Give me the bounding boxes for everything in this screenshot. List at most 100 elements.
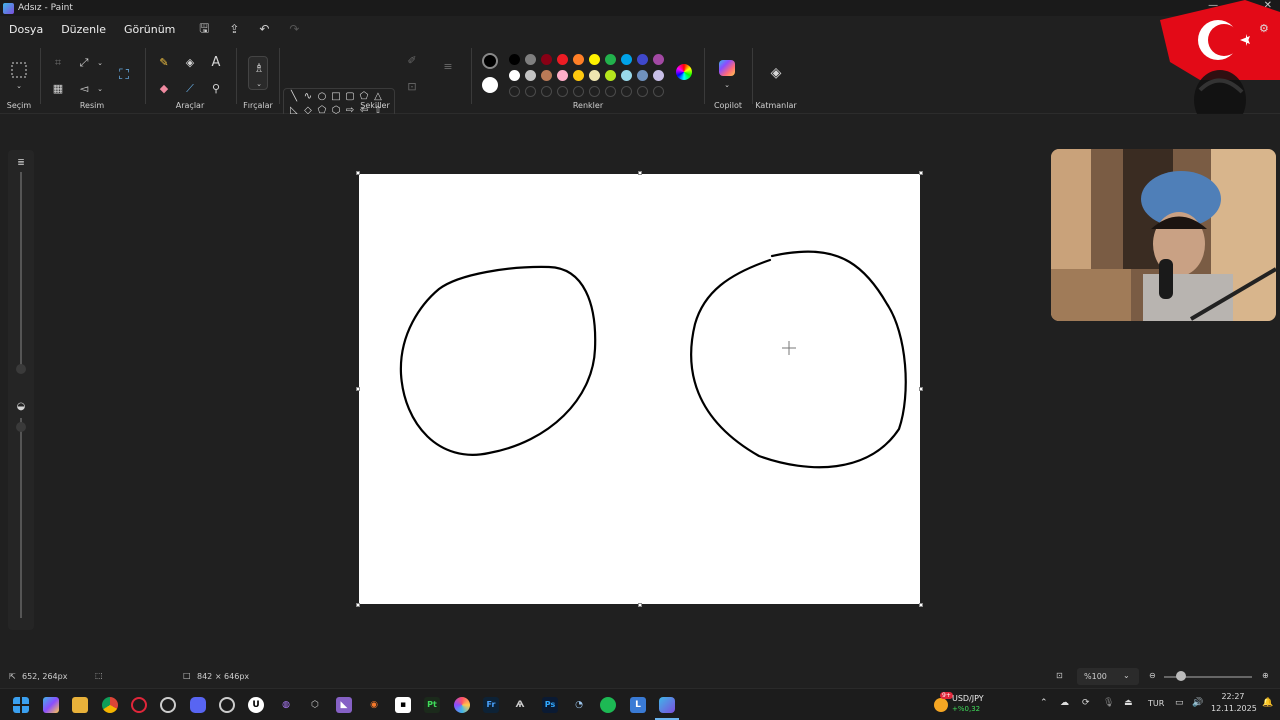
brush-selector[interactable]: ♗ ⌄ bbox=[248, 56, 268, 90]
resize-icon[interactable]: ⤢ bbox=[76, 56, 92, 70]
color-picker-icon[interactable]: ⟋ bbox=[182, 82, 198, 96]
menu-file[interactable]: Dosya bbox=[0, 23, 52, 36]
paint-taskbar-icon[interactable] bbox=[659, 697, 675, 713]
color-swatch[interactable] bbox=[589, 70, 600, 81]
chevron-down-icon[interactable]: ⌄ bbox=[11, 79, 27, 93]
color-swatch[interactable] bbox=[589, 54, 600, 65]
autodesk-icon[interactable]: Ѧ bbox=[512, 697, 528, 713]
clock-date[interactable]: 12.11.2025 bbox=[1211, 704, 1257, 713]
color-swatch[interactable] bbox=[637, 70, 648, 81]
color-swatch[interactable] bbox=[573, 54, 584, 65]
opacity-slider-track[interactable] bbox=[20, 418, 22, 618]
usb-icon[interactable]: ⏏ bbox=[1124, 698, 1133, 708]
resize-handle[interactable] bbox=[919, 387, 923, 391]
remove-background-icon[interactable]: ⛶ bbox=[116, 68, 132, 82]
microphone-icon[interactable]: 🎙 bbox=[1103, 698, 1114, 708]
color-swatch[interactable] bbox=[637, 54, 648, 65]
undo-icon[interactable]: ↶ bbox=[254, 22, 274, 36]
chevron-down-icon[interactable]: ⌄ bbox=[92, 82, 108, 96]
unreal-engine-icon[interactable]: U bbox=[248, 697, 264, 713]
color-swatch[interactable] bbox=[509, 70, 520, 81]
color-swatch[interactable] bbox=[541, 54, 552, 65]
copilot-taskbar-icon[interactable] bbox=[43, 697, 59, 713]
photoshop-icon[interactable]: Ps bbox=[542, 697, 558, 713]
fit-to-window-icon[interactable]: ⊡ bbox=[1056, 671, 1063, 680]
zoom-in-icon[interactable]: ⊕ bbox=[1262, 671, 1269, 680]
rounded-rectangle-shape-icon[interactable]: ▢ bbox=[343, 91, 357, 102]
curve-shape-icon[interactable]: ∿ bbox=[301, 91, 315, 102]
size-slider-thumb[interactable] bbox=[16, 364, 26, 374]
rotate-icon[interactable]: ◅ bbox=[76, 82, 92, 96]
eraser-icon[interactable]: ◆ bbox=[156, 82, 172, 96]
color-swatch[interactable] bbox=[525, 70, 536, 81]
outline-icon[interactable]: ✐ bbox=[404, 54, 420, 68]
oval-shape-icon[interactable]: ○ bbox=[315, 91, 329, 102]
color-swatch[interactable] bbox=[621, 54, 632, 65]
edit-colors-icon[interactable] bbox=[676, 64, 692, 80]
magnifier-icon[interactable]: ⚲ bbox=[208, 82, 224, 96]
resize-handle[interactable] bbox=[356, 603, 360, 607]
color-swatch[interactable] bbox=[653, 70, 664, 81]
color-swatch[interactable] bbox=[605, 70, 616, 81]
copilot-icon[interactable] bbox=[719, 60, 735, 76]
custom-color-slot[interactable] bbox=[573, 86, 584, 97]
size-icon[interactable]: ≡ bbox=[440, 60, 456, 74]
spotify-icon[interactable] bbox=[600, 697, 616, 713]
color-swatch[interactable] bbox=[541, 70, 552, 81]
discord-icon[interactable] bbox=[190, 697, 206, 713]
custom-color-slot[interactable] bbox=[653, 86, 664, 97]
save-icon[interactable]: 🖫 bbox=[194, 19, 214, 40]
resize-handle[interactable] bbox=[919, 171, 923, 175]
clock-time[interactable]: 22:27 bbox=[1215, 692, 1251, 701]
fill-style-icon[interactable]: ⊡ bbox=[404, 80, 420, 94]
menu-edit[interactable]: Düzenle bbox=[52, 23, 115, 36]
color-swatch[interactable] bbox=[557, 70, 568, 81]
file-explorer-icon[interactable] bbox=[72, 697, 88, 713]
triangle-shape-icon[interactable]: △ bbox=[371, 91, 385, 102]
fill-icon[interactable]: ◈ bbox=[182, 56, 198, 70]
custom-color-slot[interactable] bbox=[541, 86, 552, 97]
redo-icon[interactable]: ↷ bbox=[284, 22, 304, 36]
custom-color-slot[interactable] bbox=[509, 86, 520, 97]
notifications-icon[interactable]: 🔔 bbox=[1262, 698, 1273, 708]
custom-color-slot[interactable] bbox=[589, 86, 600, 97]
color-swatch[interactable] bbox=[509, 54, 520, 65]
chrome-icon[interactable] bbox=[102, 697, 118, 713]
language-indicator[interactable]: TUR bbox=[1148, 699, 1164, 708]
resize-handle[interactable] bbox=[638, 603, 642, 607]
resize-handle[interactable] bbox=[638, 171, 642, 175]
color-swatch[interactable] bbox=[621, 70, 632, 81]
blender-icon[interactable]: ◉ bbox=[366, 697, 382, 713]
share-icon[interactable]: ⇪ bbox=[224, 22, 244, 36]
sync-icon[interactable]: ⟳ bbox=[1082, 698, 1090, 708]
layers-icon[interactable]: ◈ bbox=[768, 66, 784, 80]
zoom-select[interactable]: %100 ⌄ bbox=[1077, 668, 1139, 685]
custom-color-slot[interactable] bbox=[557, 86, 568, 97]
visual-studio-icon[interactable]: ◣ bbox=[336, 697, 352, 713]
custom-color-slot[interactable] bbox=[525, 86, 536, 97]
custom-color-slot[interactable] bbox=[621, 86, 632, 97]
onedrive-icon[interactable]: ☁ bbox=[1060, 698, 1069, 708]
primary-color[interactable] bbox=[482, 53, 498, 69]
text-tool-icon[interactable]: A bbox=[208, 56, 224, 70]
pencil-icon[interactable]: ✎ bbox=[156, 56, 172, 70]
search-app-icon[interactable] bbox=[219, 697, 235, 713]
resize-handle[interactable] bbox=[356, 171, 360, 175]
chatgpt-icon[interactable] bbox=[160, 697, 176, 713]
color-swatch[interactable] bbox=[557, 54, 568, 65]
rectangle-shape-icon[interactable]: □ bbox=[329, 91, 343, 102]
photos-icon[interactable] bbox=[454, 697, 470, 713]
opacity-slider-thumb[interactable] bbox=[16, 422, 26, 432]
color-swatch[interactable] bbox=[653, 54, 664, 65]
image-select-icon[interactable]: ▦ bbox=[50, 82, 66, 96]
custom-color-slot[interactable] bbox=[637, 86, 648, 97]
polygon-shape-icon[interactable]: ⬠ bbox=[357, 91, 371, 102]
chevron-down-icon[interactable]: ⌄ bbox=[719, 78, 735, 92]
menu-view[interactable]: Görünüm bbox=[115, 23, 184, 36]
crop-icon[interactable]: ⌗ bbox=[50, 56, 66, 70]
lightshot-icon[interactable]: L bbox=[630, 697, 646, 713]
zoom-out-icon[interactable]: ⊖ bbox=[1149, 671, 1156, 680]
display-icon[interactable]: ▭ bbox=[1175, 698, 1184, 708]
color-swatch[interactable] bbox=[605, 54, 616, 65]
zoom-slider-thumb[interactable] bbox=[1176, 671, 1186, 681]
